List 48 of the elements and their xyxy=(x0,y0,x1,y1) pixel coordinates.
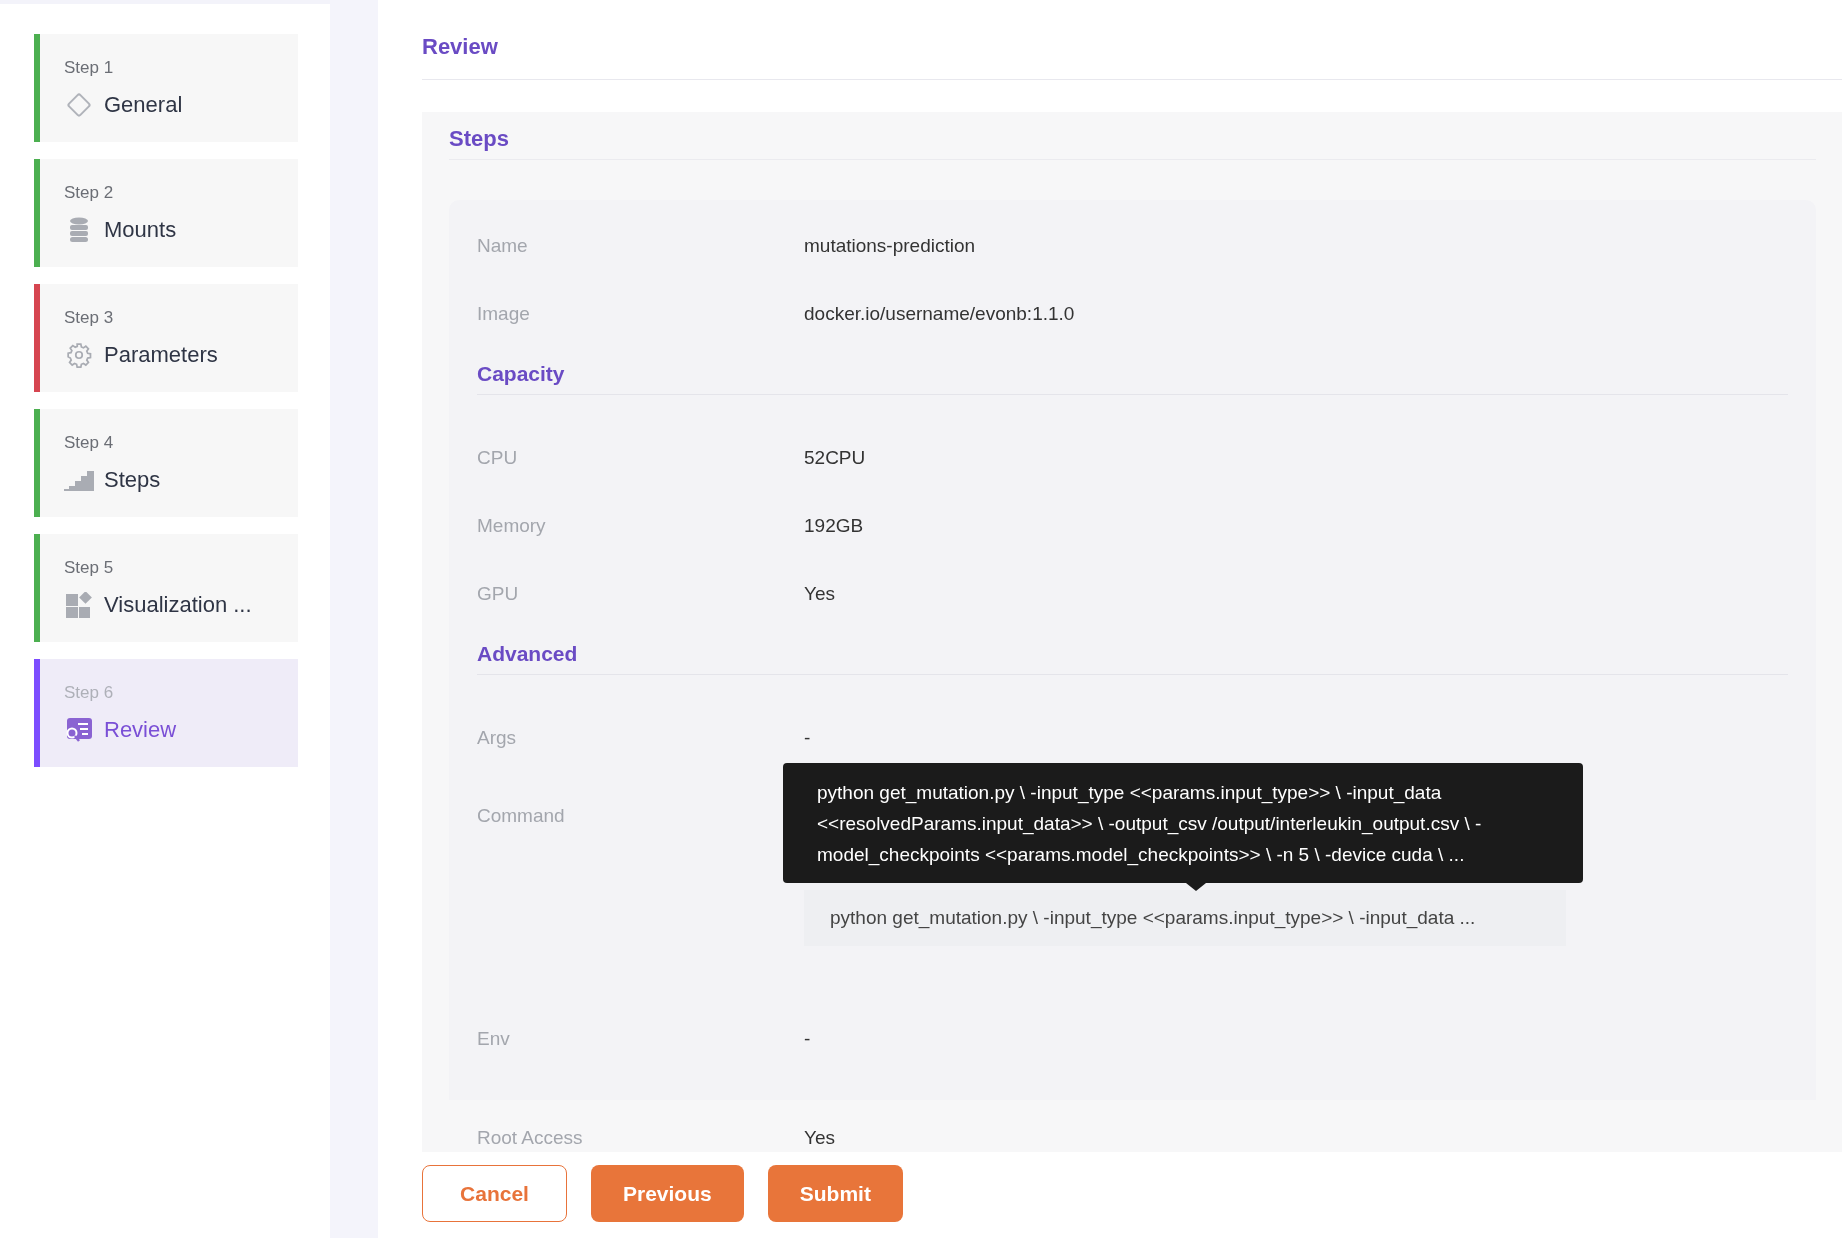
field-value: - xyxy=(804,1027,811,1051)
tooltip: python get_mutation.py \ -input_type <<params.input_type>> \ -input_data <<resolvedParams.input_data>> \ -output_csv /output/interleukin_output.csv \ -model_checkpoints <<params.model_checkpoints>> \ -n 5 \ -device cuda \ ... xyxy=(783,763,1583,883)
field-value: Yes xyxy=(804,1126,835,1150)
group-heading: Capacity xyxy=(477,361,565,387)
step-number: Step 5 xyxy=(64,556,115,579)
step-number: Step 2 xyxy=(64,181,115,204)
step-item[interactable]: Step 4 Steps xyxy=(34,409,298,517)
field-label: Image xyxy=(477,302,531,326)
step-label: Visualization ... xyxy=(104,591,252,620)
step-number: Step 1 xyxy=(64,56,115,79)
step-item[interactable]: Step 1 General xyxy=(34,34,298,142)
diamond-icon xyxy=(65,90,93,119)
field-value: mutations-prediction xyxy=(804,234,976,258)
review-icon xyxy=(65,716,93,743)
field-label: Command xyxy=(477,804,566,828)
field-value: Yes xyxy=(804,582,835,606)
stairs-icon xyxy=(64,468,94,491)
field-label: Name xyxy=(477,234,529,258)
step-label: Parameters xyxy=(104,341,218,370)
step-label: Steps xyxy=(104,466,161,495)
command-value: python get_mutation.py \ -input_type <<params.input_type>> \ -input_data ... xyxy=(804,890,1566,946)
step-item[interactable]: Step 3 Parameters xyxy=(34,284,298,392)
field-label: GPU xyxy=(477,582,520,606)
field-value: 192GB xyxy=(804,514,864,538)
step-item[interactable]: Step 2 Mounts xyxy=(34,159,298,267)
database-icon xyxy=(69,216,89,243)
step-item[interactable]: Step 5 Visualization ... xyxy=(34,534,298,642)
step-label: Mounts xyxy=(104,216,177,245)
tooltip-pointer xyxy=(1186,883,1206,891)
field-value: - xyxy=(804,726,811,750)
step-number: Step 4 xyxy=(64,431,115,454)
field-label: Root Access xyxy=(477,1126,584,1150)
field-value: 52CPU xyxy=(804,446,866,470)
step-label: General xyxy=(104,91,183,120)
section-title: Steps xyxy=(449,125,509,153)
field-label: Args xyxy=(477,726,518,750)
field-label: CPU xyxy=(477,446,519,470)
step-label: Review xyxy=(104,716,177,745)
page-title: Review xyxy=(422,33,498,61)
step-number: Step 3 xyxy=(64,306,115,329)
settings-icon xyxy=(66,341,92,368)
field-label: Memory xyxy=(477,514,547,538)
group-heading: Advanced xyxy=(477,641,578,667)
step-item[interactable]: Step 6 Review xyxy=(34,659,298,767)
widgets-icon xyxy=(66,591,92,618)
field-value: docker.io/username/evonb:1.1.0 xyxy=(804,302,1075,326)
field-label: Env xyxy=(477,1027,511,1051)
step-number: Step 6 xyxy=(64,681,115,704)
